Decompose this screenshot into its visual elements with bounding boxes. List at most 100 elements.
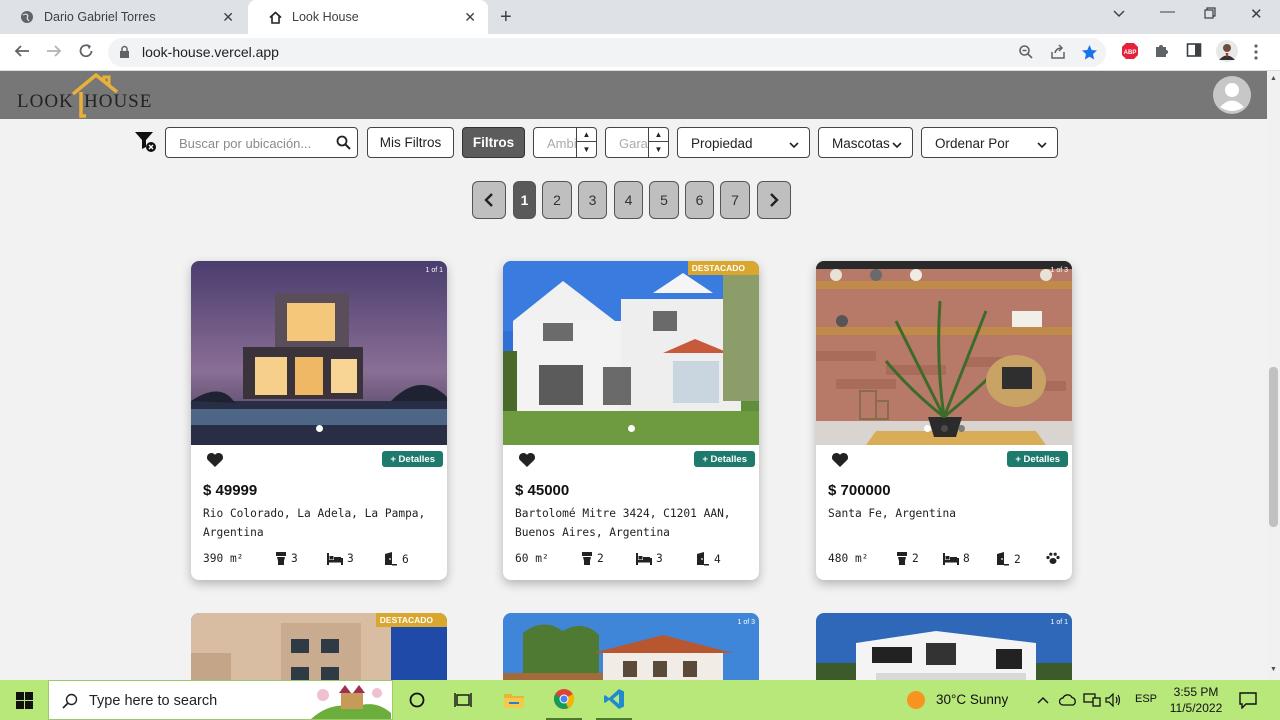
close-tab-icon[interactable]: ✕ (222, 9, 234, 26)
previous-page-button[interactable] (472, 181, 506, 219)
page-button-6[interactable]: 6 (685, 181, 714, 219)
notifications-icon[interactable] (1234, 680, 1262, 720)
carousel-dot[interactable] (627, 425, 635, 432)
property-type-select[interactable]: Propiedad (677, 127, 810, 158)
chrome-menu-icon[interactable] (1254, 44, 1258, 65)
scroll-down-icon[interactable]: ▼ (1270, 666, 1277, 673)
windows-start-icon[interactable] (0, 680, 48, 720)
garages-stepper[interactable]: Garage ▲ ▼ (605, 127, 669, 158)
property-select-label: Propiedad (691, 136, 753, 151)
share-icon[interactable] (1050, 44, 1066, 65)
next-page-button[interactable] (757, 181, 791, 219)
back-icon[interactable] (14, 43, 30, 64)
details-button[interactable]: + Detalles (382, 451, 443, 467)
garages-stepper-arrows[interactable]: ▲ ▼ (648, 128, 668, 157)
forward-icon[interactable] (46, 43, 62, 64)
taskbar-search-box[interactable]: Type here to search (48, 680, 393, 720)
page-button-1[interactable]: 1 (513, 181, 536, 219)
details-button[interactable]: + Detalles (694, 451, 755, 467)
rooms-stepper-arrows[interactable]: ▲ ▼ (576, 128, 596, 157)
tab-dario-gabriel-torres[interactable]: Dario Gabriel Torres ✕ (0, 0, 246, 34)
bookmark-star-icon[interactable] (1081, 44, 1098, 66)
tab-search-chevron-icon[interactable] (1113, 6, 1125, 23)
paw-icon (1046, 552, 1060, 564)
weather-text[interactable]: 30°C Sunny (936, 692, 1008, 707)
property-photo[interactable]: 1 of 3 (816, 261, 1072, 445)
side-panel-icon[interactable] (1186, 42, 1202, 63)
search-placeholder: Buscar por ubicación... (179, 136, 312, 151)
heart-icon[interactable] (518, 452, 536, 473)
logo-text-look[interactable]: LOOK (17, 91, 74, 113)
file-explorer-icon[interactable] (496, 680, 532, 720)
increment-icon[interactable]: ▲ (577, 128, 596, 142)
volume-icon[interactable] (1104, 680, 1124, 720)
decrement-icon[interactable]: ▼ (649, 142, 668, 156)
scrollbar-thumb[interactable] (1269, 367, 1278, 527)
minimize-icon[interactable]: — (1160, 3, 1175, 20)
carousel-dot[interactable] (923, 425, 931, 432)
page-button-5[interactable]: 5 (649, 181, 679, 219)
filters-button[interactable]: Filtros (462, 127, 525, 158)
property-price: $ 45000 (515, 482, 570, 499)
logo-text-house[interactable]: HOUSE (84, 91, 152, 113)
house-icon (268, 10, 282, 24)
toilet-icon (582, 552, 592, 565)
address-bar[interactable]: look-house.vercel.app (108, 38, 1106, 67)
search-icon[interactable] (336, 135, 351, 155)
carousel-dot[interactable] (957, 425, 965, 432)
chevron-down-icon (789, 138, 799, 153)
details-button[interactable]: + Detalles (1007, 451, 1068, 467)
user-avatar-icon[interactable] (1212, 75, 1252, 115)
vscode-taskbar-icon[interactable] (596, 680, 632, 720)
carousel-dot[interactable] (315, 425, 323, 432)
show-hidden-icons-chevron-icon[interactable] (1034, 680, 1052, 720)
page-button-3[interactable]: 3 (578, 181, 607, 219)
reload-icon[interactable] (78, 43, 94, 64)
carousel-dot[interactable] (940, 425, 948, 432)
garages-count: 2 (1014, 552, 1021, 566)
property-card[interactable]: 1 of 3 + Detalles $ 700000 Santa Fe, Arg… (816, 261, 1072, 580)
new-tab-icon[interactable]: + (500, 6, 512, 29)
close-tab-icon[interactable]: ✕ (464, 9, 476, 26)
photo-counter: 1 of 1 (425, 267, 443, 274)
weather-sun-icon[interactable] (904, 680, 928, 720)
property-card[interactable]: 1 of 1 + Detalles $ 49999 Rio Colorado, … (191, 261, 447, 580)
network-icon[interactable] (1082, 680, 1102, 720)
carousel-dots (503, 425, 759, 432)
close-window-icon[interactable]: ✕ (1250, 5, 1263, 23)
task-view-icon[interactable] (446, 680, 480, 720)
zoom-icon[interactable] (1018, 44, 1034, 65)
page-button-2[interactable]: 2 (542, 181, 572, 219)
property-address: Rio Colorado, La Adela, La Pampa, Argent… (203, 507, 426, 539)
property-address: Santa Fe, Argentina (828, 507, 956, 520)
task-view-cortana-icon[interactable] (400, 680, 434, 720)
property-photo[interactable]: DESTACADO (503, 261, 759, 445)
location-search-input[interactable]: Buscar por ubicación... (165, 127, 358, 158)
sort-select[interactable]: Ordenar Por (921, 127, 1058, 158)
extensions-puzzle-icon[interactable] (1153, 42, 1170, 64)
baths-count: 3 (291, 552, 298, 565)
heart-icon[interactable] (206, 452, 224, 473)
clear-filter-icon[interactable] (134, 130, 158, 159)
page-scrollbar[interactable]: ▲ ▼ (1267, 71, 1280, 680)
onedrive-cloud-icon[interactable] (1058, 680, 1078, 720)
taskbar-clock[interactable]: 3:55 PM 11/5/2022 (1164, 684, 1228, 716)
input-language-indicator[interactable]: ESP (1135, 693, 1157, 705)
adblock-icon[interactable]: ABP (1121, 42, 1139, 65)
garages-stat: 4 (696, 552, 721, 566)
pets-select[interactable]: Mascotas (818, 127, 913, 158)
page-button-7[interactable]: 7 (720, 181, 750, 219)
tab-look-house[interactable]: Look House ✕ (248, 0, 488, 34)
property-photo[interactable]: 1 of 1 (191, 261, 447, 445)
heart-icon[interactable] (831, 452, 849, 473)
profile-avatar-icon[interactable] (1216, 40, 1238, 67)
my-filters-button[interactable]: Mis Filtros (367, 127, 454, 158)
page-button-4[interactable]: 4 (614, 181, 643, 219)
rooms-stepper[interactable]: Ambientes ▲ ▼ (533, 127, 597, 158)
chrome-taskbar-icon[interactable] (546, 680, 582, 720)
restore-icon[interactable] (1204, 6, 1216, 23)
scroll-up-icon[interactable]: ▲ (1270, 75, 1277, 82)
property-card[interactable]: DESTACADO + Detalles $ 45000 Bartolomé M… (503, 261, 759, 580)
decrement-icon[interactable]: ▼ (577, 142, 596, 156)
increment-icon[interactable]: ▲ (649, 128, 668, 142)
